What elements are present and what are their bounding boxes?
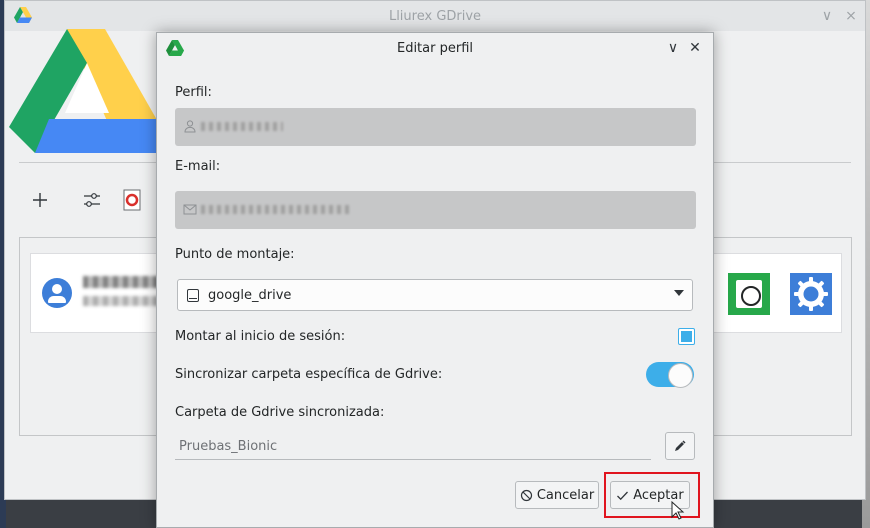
close-icon[interactable]: ⨯: [843, 8, 859, 24]
gdrive-banner-logo: [9, 29, 161, 153]
redacted-profile-value: [201, 122, 283, 131]
profile-label: Perfil:: [175, 85, 212, 100]
sync-folder-label: Sincronizar carpeta específica de Gdrive…: [175, 367, 443, 382]
add-profile-button[interactable]: [27, 187, 53, 213]
mount-point-select[interactable]: google_drive: [177, 279, 693, 311]
cancel-label: Cancelar: [536, 487, 595, 503]
pencil-icon: [675, 440, 686, 451]
sync-folder-toggle[interactable]: [646, 362, 694, 388]
drive-icon: [187, 289, 199, 302]
email-label: E-mail:: [175, 159, 221, 174]
synced-folder-input[interactable]: [175, 434, 651, 460]
close-icon[interactable]: ✕: [687, 40, 703, 56]
sliders-icon: [84, 193, 100, 207]
redacted-profile-email: [83, 296, 159, 306]
edit-folder-button[interactable]: [665, 432, 695, 460]
profile-settings-button[interactable]: [790, 273, 832, 315]
settings-button[interactable]: [79, 187, 105, 213]
chevron-down-icon: [674, 290, 684, 296]
edit-profile-dialog: Editar perfil ∨ ✕ Perfil: E-mail: Punto …: [156, 32, 714, 528]
mouse-pointer-icon: [671, 501, 685, 520]
synced-folder-label: Carpeta de Gdrive sincronizada:: [175, 405, 385, 420]
profile-field: [175, 108, 696, 146]
dialog-title: Editar perfil: [396, 41, 473, 56]
mount-point-value: google_drive: [208, 288, 292, 303]
gear-icon: [794, 277, 828, 311]
mount-at-login-checkbox[interactable]: [678, 328, 695, 345]
redacted-email-value: [201, 205, 349, 214]
accept-highlight-box: [604, 472, 700, 518]
minimize-icon[interactable]: ∨: [819, 8, 835, 24]
plus-icon: [33, 193, 47, 207]
cancel-icon: [520, 489, 532, 501]
account-icon: [42, 278, 72, 308]
email-field: [175, 191, 696, 229]
envelope-icon: [183, 204, 197, 215]
hard-drive-icon: [736, 280, 762, 308]
mount-at-login-label: Montar al inicio de sesión:: [175, 329, 346, 344]
redacted-profile-name: [83, 276, 163, 288]
minimize-icon[interactable]: ∨: [665, 40, 681, 56]
mount-point-label: Punto de montaje:: [175, 247, 295, 262]
help-button[interactable]: [119, 187, 145, 213]
main-titlebar: Lliurex GDrive ∨ ⨯: [5, 1, 865, 31]
mount-drive-button[interactable]: [728, 273, 770, 315]
main-window-title: Lliurex GDrive: [388, 8, 482, 24]
lifebuoy-icon: [123, 189, 141, 211]
user-icon: [184, 120, 196, 133]
cancel-button[interactable]: Cancelar: [515, 481, 599, 509]
dialog-titlebar: Editar perfil ∨ ✕: [157, 33, 713, 63]
